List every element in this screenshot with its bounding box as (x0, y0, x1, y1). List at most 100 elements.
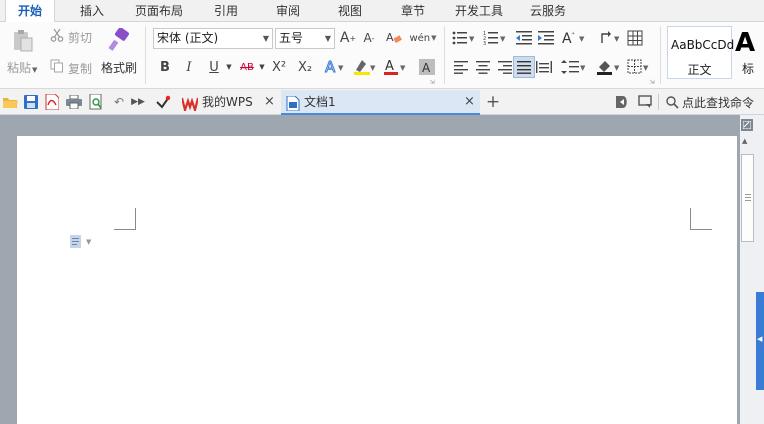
svg-text:▼: ▼ (643, 64, 649, 72)
text-effect-icon[interactable]: A ▼ (323, 57, 347, 77)
document-workspace: ▼ (0, 115, 740, 424)
new-tab-icon[interactable]: + (485, 92, 501, 112)
paragraph-layout-icon[interactable]: ▼ (70, 235, 91, 248)
cut-button[interactable]: 剪切 (68, 29, 92, 46)
font-color-icon[interactable]: A ▼ (382, 57, 408, 77)
paste-button[interactable]: 粘贴▼ (7, 59, 37, 76)
style-normal-sample: AaBbCcDd (671, 38, 735, 52)
tab-chapter[interactable]: 章节 (388, 0, 438, 22)
ribbon-divider (660, 26, 661, 84)
svg-text:▼: ▼ (400, 64, 406, 72)
task-pane-handle[interactable]: ◀ (756, 292, 764, 390)
print-preview-icon[interactable] (88, 94, 104, 110)
tab-review[interactable]: 审阅 (263, 0, 313, 22)
close-icon[interactable]: × (464, 90, 475, 114)
search-icon[interactable] (664, 94, 680, 110)
style-heading[interactable]: A 标 (733, 26, 764, 79)
command-search[interactable]: 点此查找命令 (682, 94, 754, 111)
paragraph-marks-icon[interactable]: ▼ (597, 28, 623, 48)
clear-format-icon[interactable]: A (385, 28, 403, 48)
table-icon[interactable] (626, 28, 644, 48)
line-spacing-icon[interactable]: ▼ (560, 57, 588, 77)
paragraph-shading-icon[interactable]: ▼ (595, 57, 623, 77)
decrease-indent-icon[interactable] (515, 29, 533, 47)
align-justify-icon[interactable] (513, 56, 535, 78)
distribute-icon[interactable] (535, 58, 553, 76)
svg-text:▼: ▼ (500, 35, 506, 43)
tab-cloud-service[interactable]: 云服务 (522, 0, 574, 22)
quick-access-bar: ↶ ▶▶ 我的WPS × 文档1 × + 点此查找命令 (0, 89, 764, 115)
copy-button[interactable]: 复制 (68, 60, 92, 77)
font-dialog-launcher-icon[interactable]: ⇲ (428, 78, 436, 86)
italic-button[interactable]: I (180, 58, 198, 76)
grow-font-icon[interactable]: A + (339, 29, 357, 47)
borders-icon[interactable]: ▼ (626, 57, 652, 77)
svg-text:▼: ▼ (614, 35, 620, 43)
shrink-font-icon[interactable]: A- (360, 29, 378, 47)
align-left-icon[interactable] (452, 58, 470, 76)
svg-text:▼: ▼ (469, 35, 475, 43)
toolbar-divider (658, 94, 659, 110)
style-normal[interactable]: AaBbCcDd 正文 (667, 26, 735, 79)
feedback-icon[interactable] (637, 94, 653, 110)
ribbon: 粘贴▼ 剪切 复制 格式刷 宋体 (正文) ▼ 五号 ▼ A + A- A wén ▼ … (0, 22, 764, 89)
style-normal-label: 正文 (687, 63, 712, 77)
strikethrough-dropdown[interactable]: ▼ (257, 62, 267, 72)
open-folder-icon[interactable] (2, 94, 18, 110)
ribbon-divider (145, 26, 146, 84)
tab-my-wps[interactable]: 我的WPS × (178, 90, 280, 115)
scissors-icon[interactable] (49, 27, 65, 43)
svg-text:A: A (422, 61, 431, 75)
align-center-icon[interactable] (474, 58, 492, 76)
copy-icon[interactable] (49, 58, 65, 74)
document-page[interactable]: ▼ (17, 136, 737, 424)
svg-text:⁺: ⁺ (571, 30, 575, 39)
save-icon[interactable] (23, 94, 39, 110)
ruler-toggle-icon[interactable] (741, 119, 753, 131)
tab-page-layout[interactable]: 页面布局 (126, 0, 192, 22)
more-commands-icon[interactable]: ▶▶ (130, 94, 146, 110)
format-painter-button[interactable]: 格式刷 (101, 59, 137, 76)
tab-references[interactable]: 引用 (201, 0, 251, 22)
phonetic-guide-icon[interactable]: wén ▼ (409, 28, 436, 48)
paste-icon[interactable] (8, 27, 38, 55)
margin-corner-top-left (114, 208, 136, 230)
tab-document-1[interactable]: 文档1 × (281, 90, 480, 115)
scroll-up-icon[interactable]: ▲ (742, 137, 747, 145)
underline-button[interactable]: U (205, 58, 223, 76)
undo-icon[interactable]: ↶ (111, 94, 127, 110)
align-right-icon[interactable] (496, 58, 514, 76)
highlight-color-icon[interactable]: ▼ (352, 57, 378, 77)
tab-developer[interactable]: 开发工具 (446, 0, 512, 22)
svg-text:▼: ▼ (370, 64, 376, 72)
scrollbar-thumb[interactable] (741, 154, 754, 242)
ribbon-divider (444, 26, 445, 84)
font-name-select[interactable]: 宋体 (正文) ▼ (153, 28, 273, 49)
font-size-select[interactable]: 五号 ▼ (275, 28, 335, 49)
svg-text:3: 3 (483, 41, 486, 46)
char-shading-icon[interactable]: A (418, 58, 436, 76)
bullet-list-icon[interactable]: ▼ (451, 29, 477, 47)
svg-text:A: A (386, 31, 394, 44)
paragraph-dialog-launcher-icon[interactable]: ⇲ (648, 78, 656, 86)
export-pdf-icon[interactable] (44, 94, 60, 110)
asian-layout-icon[interactable]: A ⁺ ▼ (561, 28, 587, 48)
numbered-list-icon[interactable]: 1 2 3 ▼ (482, 29, 508, 47)
bold-button[interactable]: B (156, 58, 174, 76)
tab-my-wps-label: 我的WPS (202, 95, 253, 109)
format-painter-icon[interactable] (105, 26, 133, 54)
customize-toolbar-icon[interactable] (155, 94, 171, 110)
superscript-button[interactable]: X² (269, 58, 289, 76)
strikethrough-button[interactable]: AB (236, 58, 258, 76)
subscript-button[interactable]: X₂ (295, 58, 315, 76)
tab-insert[interactable]: 插入 (66, 0, 118, 22)
print-icon[interactable] (66, 94, 82, 110)
svg-text:▼: ▼ (338, 64, 344, 72)
tab-home[interactable]: 开始 (5, 0, 55, 23)
sync-status-icon[interactable] (614, 94, 630, 110)
tab-view[interactable]: 视图 (325, 0, 375, 22)
increase-indent-icon[interactable] (537, 29, 555, 47)
underline-dropdown[interactable]: ▼ (224, 62, 234, 72)
menu-bar: 开始 插入 页面布局 引用 审阅 视图 章节 开发工具 云服务 (0, 0, 764, 23)
close-icon[interactable]: × (264, 90, 275, 114)
